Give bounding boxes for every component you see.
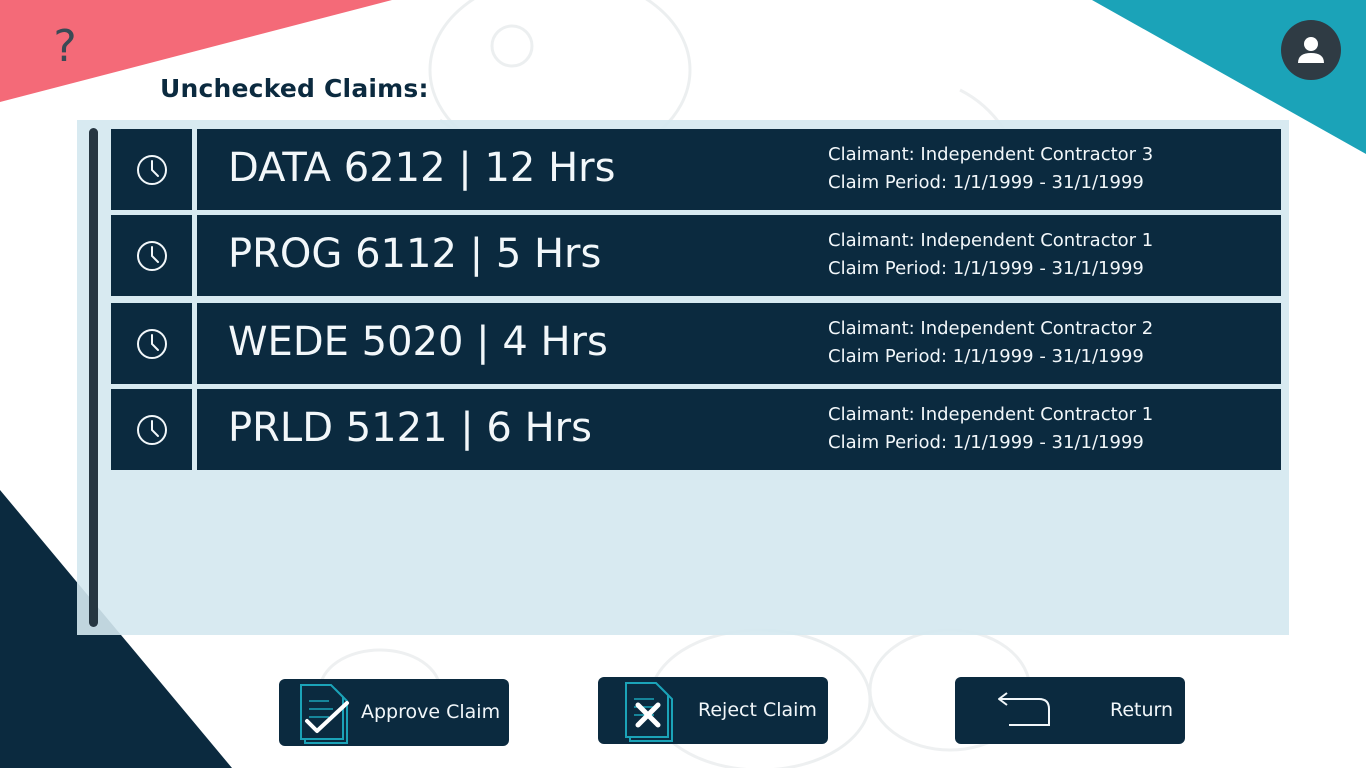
clock-icon [136, 240, 167, 271]
claim-status-cell [111, 303, 192, 384]
claim-status-cell [111, 215, 192, 296]
claimant-text: Claimant: Independent Contractor 2 [828, 318, 1154, 339]
claim-title: PROG 6112 | 5 Hrs [228, 231, 602, 277]
claim-row[interactable]: DATA 6212 | 12 Hrs Claimant: Independent… [111, 129, 1281, 210]
claim-title: WEDE 5020 | 4 Hrs [228, 319, 608, 365]
clock-icon [136, 328, 167, 359]
claim-details-cell: DATA 6212 | 12 Hrs Claimant: Independent… [197, 129, 1281, 210]
approve-claim-button[interactable]: Approve Claim [279, 679, 509, 746]
document-check-icon [300, 684, 349, 744]
claim-details-cell: PROG 6112 | 5 Hrs Claimant: Independent … [197, 215, 1281, 296]
claim-period-text: Claim Period: 1/1/1999 - 31/1/1999 [828, 172, 1144, 193]
claim-meta: Claimant: Independent Contractor 2 Claim… [828, 315, 1153, 371]
reject-claim-button[interactable]: Reject Claim [598, 677, 828, 744]
page-title: Unchecked Claims: [160, 74, 429, 103]
claim-status-cell [111, 389, 192, 470]
claim-row[interactable]: WEDE 5020 | 4 Hrs Claimant: Independent … [111, 303, 1281, 384]
claimant-text: Claimant: Independent Contractor 3 [828, 144, 1154, 165]
claim-status-cell [111, 129, 192, 210]
claim-period-text: Claim Period: 1/1/1999 - 31/1/1999 [828, 258, 1144, 279]
claimant-text: Claimant: Independent Contractor 1 [828, 404, 1154, 425]
claim-details-cell: WEDE 5020 | 4 Hrs Claimant: Independent … [197, 303, 1281, 384]
claim-meta: Claimant: Independent Contractor 3 Claim… [828, 141, 1153, 197]
document-x-icon [625, 682, 673, 742]
help-button[interactable]: ? [48, 22, 82, 72]
claim-title: PRLD 5121 | 6 Hrs [228, 405, 592, 451]
claim-period-text: Claim Period: 1/1/1999 - 31/1/1999 [828, 432, 1144, 453]
claim-meta: Claimant: Independent Contractor 1 Claim… [828, 227, 1153, 283]
reject-claim-label: Reject Claim [698, 699, 817, 721]
app-screen: ? Unchecked Claims: DATA 6212 | 12 Hrs C… [0, 0, 1366, 768]
user-avatar-button[interactable] [1281, 20, 1341, 80]
question-mark-icon: ? [53, 21, 77, 72]
approve-claim-label: Approve Claim [361, 701, 501, 723]
user-icon [1298, 37, 1324, 63]
claim-title: DATA 6212 | 12 Hrs [228, 145, 616, 191]
scrollbar[interactable] [89, 128, 98, 627]
claim-meta: Claimant: Independent Contractor 1 Claim… [828, 401, 1153, 457]
clock-icon [136, 154, 167, 185]
return-label: Return [1110, 699, 1174, 721]
return-arrow-icon [998, 692, 1050, 726]
claim-details-cell: PRLD 5121 | 6 Hrs Claimant: Independent … [197, 389, 1281, 470]
claim-period-text: Claim Period: 1/1/1999 - 31/1/1999 [828, 346, 1144, 367]
clock-icon [136, 414, 167, 445]
claim-row[interactable]: PROG 6112 | 5 Hrs Claimant: Independent … [111, 215, 1281, 296]
claim-row[interactable]: PRLD 5121 | 6 Hrs Claimant: Independent … [111, 389, 1281, 470]
return-button[interactable]: Return [955, 677, 1185, 744]
claimant-text: Claimant: Independent Contractor 1 [828, 230, 1154, 251]
